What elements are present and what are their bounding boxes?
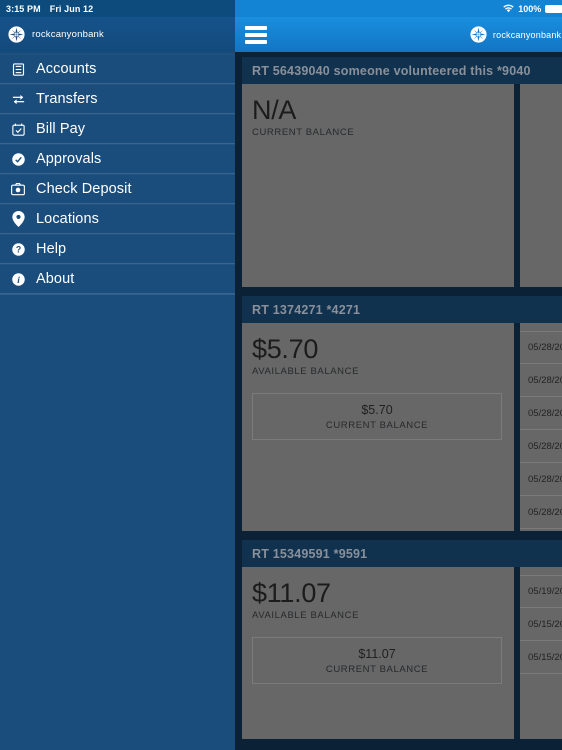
transaction-row[interactable]: 05/19/202 bbox=[520, 575, 562, 608]
transactions-empty bbox=[520, 92, 562, 287]
top-bar-brand-name: rockcanyonbank bbox=[492, 29, 562, 40]
account-card-body: N/A CURRENT BALANCE bbox=[242, 84, 562, 287]
account-card[interactable]: RT 15349591 *9591 $11.07 AVAILABLE BALAN… bbox=[235, 540, 562, 739]
ios-status-bar: 3:15 PM Fri Jun 12 bbox=[0, 0, 235, 17]
sidebar-item-label: Approvals bbox=[36, 151, 102, 167]
account-card[interactable]: RT 1374271 *4271 $5.70 AVAILABLE BALANCE… bbox=[235, 296, 562, 531]
sidebar-item-locations[interactable]: Locations bbox=[0, 204, 235, 234]
battery-percent-label: 100% bbox=[518, 3, 542, 14]
primary-balance-amount: N/A bbox=[252, 95, 297, 125]
sidebar-item-about[interactable]: i About bbox=[0, 264, 235, 294]
accounts-stack-icon bbox=[8, 59, 28, 79]
account-card-body: $5.70 AVAILABLE BALANCE $5.70 CURRENT BA… bbox=[242, 323, 562, 531]
sidebar-item-label: Accounts bbox=[36, 61, 97, 77]
transaction-row[interactable]: 05/28/202 bbox=[520, 364, 562, 397]
drawer-header: rockcanyonbank bbox=[0, 17, 235, 52]
sidebar-item-label: Help bbox=[36, 241, 67, 257]
rockcanyon-sunburst-logo-icon bbox=[8, 26, 25, 43]
transactions-pane[interactable]: 05/28/202 05/28/202 05/28/202 05/28/202 … bbox=[520, 323, 562, 531]
account-card-body: $11.07 AVAILABLE BALANCE $11.07 CURRENT … bbox=[242, 567, 562, 739]
transaction-row[interactable]: 05/15/202 bbox=[520, 641, 562, 674]
current-balance-box: $11.07 CURRENT BALANCE bbox=[252, 637, 502, 685]
balance-pane: $5.70 AVAILABLE BALANCE $5.70 CURRENT BA… bbox=[242, 323, 514, 531]
navigation-drawer: 3:15 PM Fri Jun 12 rockcanyonbank Accoun… bbox=[0, 0, 235, 750]
transactions-pane[interactable]: 05/19/202 05/15/202 05/15/202 bbox=[520, 567, 562, 739]
current-balance-amount: $11.07 bbox=[358, 647, 396, 662]
primary-balance-label: CURRENT BALANCE bbox=[252, 127, 355, 139]
sidebar-item-help[interactable]: ? Help bbox=[0, 234, 235, 264]
calendar-check-icon bbox=[8, 119, 28, 139]
transaction-row[interactable]: 05/15/202 bbox=[520, 608, 562, 641]
sidebar-item-label: Check Deposit bbox=[36, 181, 132, 197]
app-top-bar: rockcanyonbank bbox=[235, 17, 562, 52]
menu-bottom-divider bbox=[0, 294, 235, 295]
sidebar-item-label: Locations bbox=[36, 211, 99, 227]
check-badge-icon bbox=[8, 149, 28, 169]
svg-text:i: i bbox=[17, 275, 20, 285]
accounts-scroll-area[interactable]: RT 56439040 someone volunteered this *90… bbox=[235, 52, 562, 750]
account-card-header[interactable]: RT 56439040 someone volunteered this *90… bbox=[242, 57, 562, 84]
transaction-row[interactable]: 05/28/202 bbox=[520, 430, 562, 463]
account-card[interactable]: RT 56439040 someone volunteered this *90… bbox=[235, 57, 562, 287]
sidebar-item-transfers[interactable]: Transfers bbox=[0, 84, 235, 114]
transaction-row[interactable]: 05/28/202 bbox=[520, 397, 562, 430]
sidebar-item-check-deposit[interactable]: Check Deposit bbox=[0, 174, 235, 204]
current-balance-label: CURRENT BALANCE bbox=[325, 420, 429, 432]
primary-balance-label: AVAILABLE BALANCE bbox=[252, 366, 360, 378]
transactions-pane[interactable] bbox=[520, 84, 562, 287]
sidebar-item-label: Transfers bbox=[36, 91, 98, 107]
primary-balance-amount: $5.70 bbox=[252, 334, 319, 364]
sidebar-item-label: Bill Pay bbox=[36, 121, 86, 137]
current-balance-box: $5.70 CURRENT BALANCE bbox=[252, 393, 502, 441]
balance-pane: $11.07 AVAILABLE BALANCE $11.07 CURRENT … bbox=[242, 567, 514, 739]
transactions-filler bbox=[520, 674, 562, 739]
transaction-row[interactable]: 05/28/202 bbox=[520, 463, 562, 496]
sidebar-item-label: About bbox=[36, 271, 75, 287]
primary-balance-label: AVAILABLE BALANCE bbox=[252, 610, 360, 622]
rockcanyon-sunburst-logo-icon bbox=[470, 26, 487, 43]
account-title: RT 1374271 *4271 bbox=[252, 302, 361, 317]
transaction-row[interactable]: 05/28/202 bbox=[520, 496, 562, 529]
top-bar-brand: rockcanyonbank bbox=[470, 26, 561, 43]
transfer-arrows-icon bbox=[8, 89, 28, 109]
account-title: RT 15349591 *9591 bbox=[252, 546, 368, 561]
map-pin-icon bbox=[8, 209, 28, 229]
hamburger-menu-icon[interactable] bbox=[245, 25, 267, 44]
account-title: RT 56439040 someone volunteered this *90… bbox=[252, 63, 531, 78]
account-card-header[interactable]: RT 1374271 *4271 bbox=[242, 296, 562, 323]
main-status-bar: 100% bbox=[235, 0, 562, 17]
sidebar-item-bill-pay[interactable]: Bill Pay bbox=[0, 114, 235, 144]
balance-pane: N/A CURRENT BALANCE bbox=[242, 84, 514, 287]
status-bar-time: 3:15 PM bbox=[6, 3, 41, 14]
main-pane: 100% rockcanyonbank RT 56439040 someone … bbox=[235, 0, 562, 750]
wifi-icon bbox=[503, 4, 514, 13]
sidebar-item-accounts[interactable]: Accounts bbox=[0, 54, 235, 84]
current-balance-amount: $5.70 bbox=[361, 403, 393, 418]
svg-text:?: ? bbox=[15, 244, 20, 254]
drawer-brand: rockcanyonbank bbox=[8, 26, 104, 43]
sidebar-item-approvals[interactable]: Approvals bbox=[0, 144, 235, 174]
app-root: 3:15 PM Fri Jun 12 rockcanyonbank Accoun… bbox=[0, 0, 562, 750]
current-balance-label: CURRENT BALANCE bbox=[325, 664, 429, 676]
camera-icon bbox=[8, 179, 28, 199]
transaction-row[interactable]: 05/28/202 bbox=[520, 331, 562, 364]
question-circle-icon: ? bbox=[8, 239, 28, 259]
info-circle-icon: i bbox=[8, 269, 28, 289]
battery-full-icon bbox=[545, 4, 562, 13]
account-card-header[interactable]: RT 15349591 *9591 bbox=[242, 540, 562, 567]
drawer-menu: Accounts Transfers Bill Pay Approvals Ch… bbox=[0, 54, 235, 295]
drawer-brand-name: rockcanyonbank bbox=[32, 29, 104, 40]
primary-balance-amount: $11.07 bbox=[252, 578, 331, 608]
status-bar-date: Fri Jun 12 bbox=[49, 3, 94, 14]
